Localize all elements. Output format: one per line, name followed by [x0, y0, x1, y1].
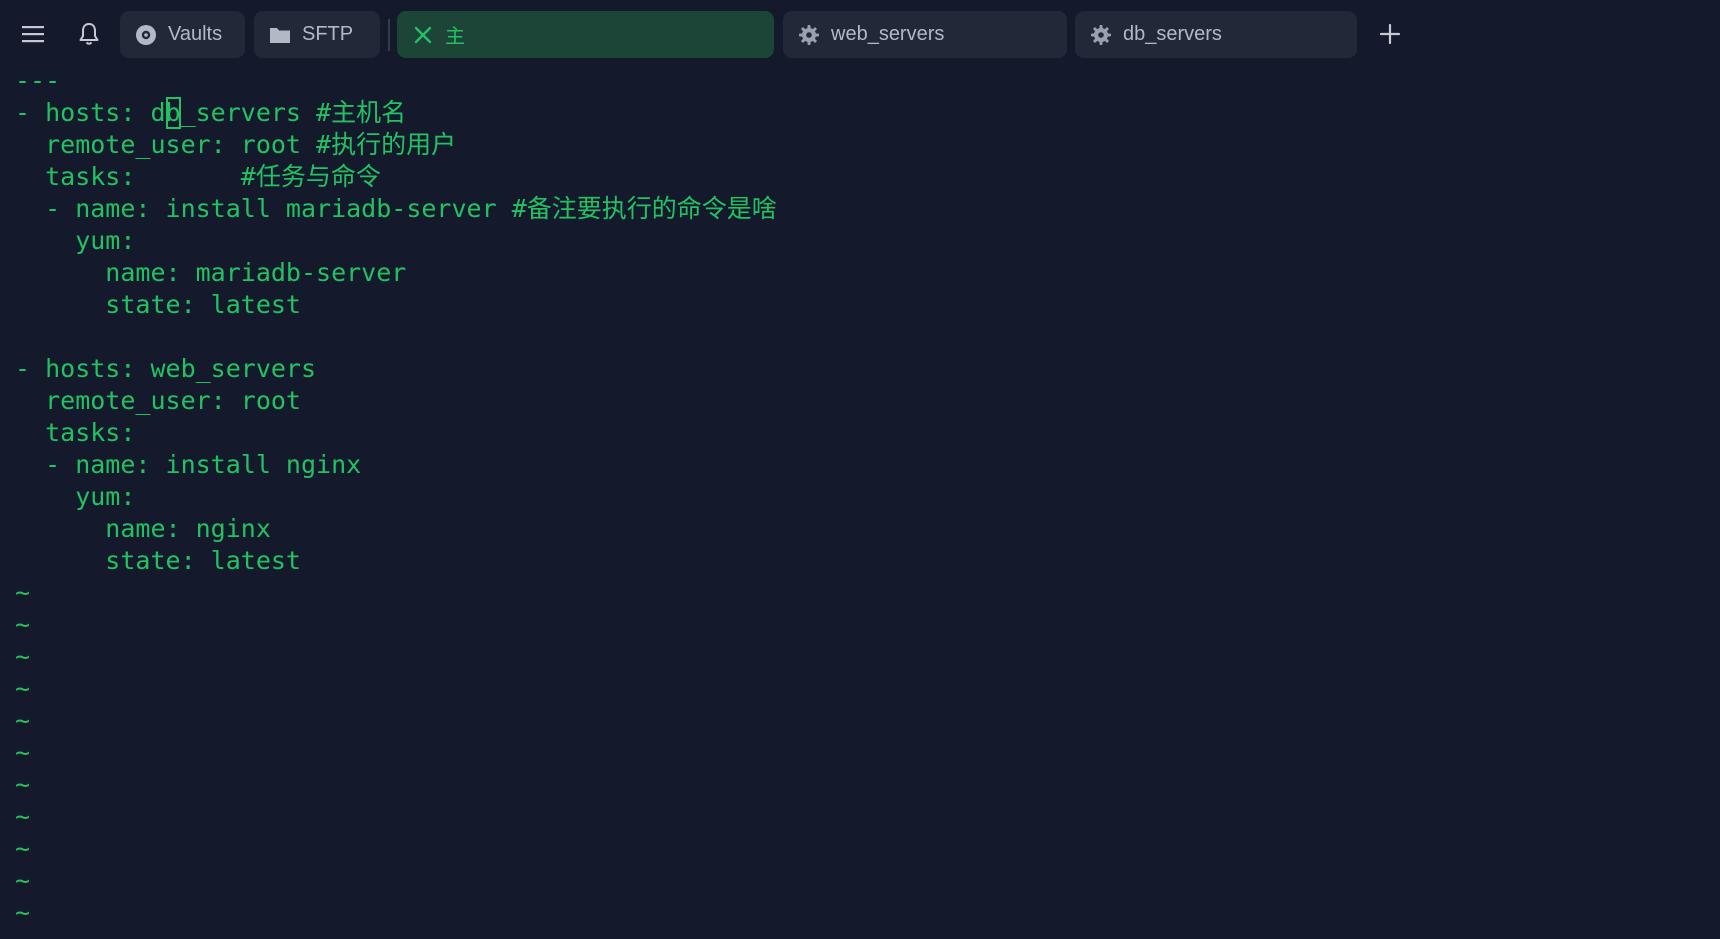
terminal-line: remote_user: root	[15, 386, 301, 415]
terminal-line: ~	[15, 738, 31, 767]
terminal-line: state: latest	[15, 290, 301, 319]
tab-label: web_servers	[831, 23, 945, 45]
terminal-line: ---	[15, 71, 61, 95]
terminal-line: ~	[15, 610, 31, 639]
bell-icon[interactable]	[69, 14, 109, 54]
tab-main[interactable]: 主	[397, 11, 774, 58]
terminal-line: state: latest	[15, 546, 301, 575]
terminal-line: remote_user: root #执行的用户	[15, 130, 457, 159]
terminal-line: tasks:	[15, 418, 136, 447]
terminal-output[interactable]: --- - hosts: db_servers #主机名 remote_user:…	[0, 71, 1720, 939]
terminal-line: tasks: #任务与命令	[15, 162, 381, 191]
terminal-line: - hosts: web_servers	[15, 354, 317, 383]
terminal-line: name: nginx	[15, 514, 271, 543]
top-bar: Vaults SFTP 主 web_servers db_servers	[0, 0, 1720, 70]
tab-web-servers[interactable]: web_servers	[783, 11, 1067, 58]
tab-separator	[388, 19, 390, 51]
tab-db-servers[interactable]: db_servers	[1075, 11, 1357, 58]
tab-label: Vaults	[168, 23, 223, 45]
terminal-line: ~	[15, 674, 31, 703]
terminal-line: ~	[15, 642, 31, 671]
gear-icon	[1089, 23, 1113, 47]
terminal-line: ~	[15, 578, 31, 607]
vault-icon	[134, 23, 158, 47]
gear-icon	[797, 23, 821, 47]
terminal-line: name: mariadb-server	[15, 258, 407, 287]
terminal-line: yum:	[15, 226, 136, 255]
tab-sftp[interactable]: SFTP	[254, 11, 380, 58]
text-cursor: b	[165, 97, 181, 129]
terminal-line: yum:	[15, 482, 136, 511]
tab-label: db_servers	[1123, 23, 1222, 45]
close-icon[interactable]	[411, 23, 435, 47]
terminal-line: ~	[15, 770, 31, 799]
tab-vaults[interactable]: Vaults	[120, 11, 245, 58]
terminal-line: ~	[15, 898, 31, 927]
terminal-line: ~	[15, 866, 31, 895]
terminal-line: - hosts: db_servers #主机名	[15, 97, 407, 129]
plus-icon[interactable]	[1370, 14, 1410, 54]
terminal-line: - name: install nginx	[15, 450, 362, 479]
tab-label: 主	[445, 26, 465, 48]
folder-icon	[268, 23, 292, 47]
terminal-line: ~	[15, 802, 31, 831]
tab-label: SFTP	[302, 23, 354, 45]
terminal-line: - name: install mariadb-server #备注要执行的命令…	[15, 194, 777, 223]
terminal-line: ~	[15, 834, 31, 863]
hamburger-menu-icon[interactable]	[13, 14, 53, 54]
terminal-line: ~	[15, 706, 31, 735]
